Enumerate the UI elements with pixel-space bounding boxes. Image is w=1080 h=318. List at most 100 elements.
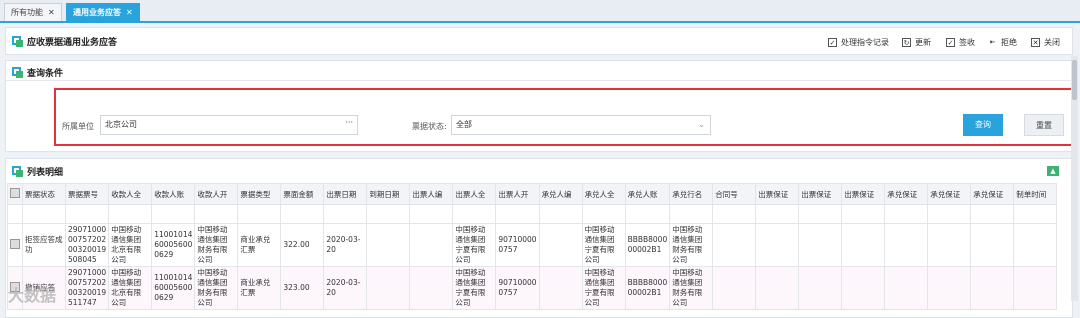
table-cell: 中国移动 通信集团 财务有限 公司 <box>669 266 714 310</box>
table-cell <box>409 266 454 310</box>
reset-button[interactable]: 重置 <box>1024 114 1064 136</box>
column-header[interactable]: 到期日期 <box>366 183 411 205</box>
chevron-down-icon: ⌄ <box>698 120 705 129</box>
table-cell: 11001014 60005600 0629 <box>151 266 196 310</box>
column-header[interactable]: 收款人全 <box>108 183 153 205</box>
table-cell: 中国移动 通信集团 宁夏有限 公司 <box>581 223 626 267</box>
table-cell <box>927 223 972 267</box>
table-row[interactable]: 拒签应答成功 29071000 00757202 00320019 508045… <box>7 223 1058 267</box>
watermark: 大数据 <box>8 286 57 305</box>
table-cell <box>841 223 886 267</box>
table-cell <box>712 266 757 310</box>
column-header[interactable]: 承兑人账 <box>624 183 671 205</box>
column-header[interactable]: 制单时间 <box>1013 183 1058 205</box>
table-cell: 中国移动 通信集团 财务有限 公司 <box>194 266 239 310</box>
table-cell: 90710000 0757 <box>495 223 540 267</box>
table-cell <box>755 266 800 310</box>
table-cell <box>1013 266 1058 310</box>
detail-table: 票据状态 票据票号 收款人全 收款人账 收款人开 票据类型 票面金额 出票日期 … <box>7 183 1058 310</box>
table-cell: 拒签应答成功 <box>22 223 66 267</box>
column-header[interactable]: 承兑保证 <box>970 183 1015 205</box>
table-cell: 中国移动 通信集团 宁夏有限 公司 <box>581 266 626 310</box>
column-header[interactable]: 出票保证 <box>755 183 800 205</box>
table-cell: 商业承兑 汇票 <box>237 223 282 267</box>
column-header[interactable]: 票据类型 <box>237 183 282 205</box>
table-cell: 29071000 00757202 00320019 508045 <box>64 223 110 267</box>
table-cell <box>884 223 929 267</box>
page-title: 应收票据通用业务应答 <box>27 38 118 48</box>
document-icon <box>12 67 23 78</box>
column-header[interactable]: 收款人开 <box>194 183 239 205</box>
column-header[interactable]: 票据票号 <box>64 183 110 205</box>
search-button[interactable]: 查询 <box>963 114 1003 136</box>
column-header[interactable]: 收款人账 <box>151 183 196 205</box>
more-icon[interactable]: ··· <box>345 114 353 132</box>
row-checkbox[interactable] <box>7 223 23 267</box>
status-label: 票据状态: <box>412 122 447 131</box>
collapse-icon[interactable]: ▲ <box>1047 166 1059 176</box>
refresh-button[interactable]: ↻ 更新 <box>902 37 931 48</box>
status-select[interactable]: 全部 ⌄ <box>451 115 711 135</box>
table-cell <box>712 223 757 267</box>
close-icon[interactable]: ✕ <box>48 8 55 17</box>
column-header[interactable]: 承兑人全 <box>581 183 626 205</box>
column-header[interactable]: 承兑行名 <box>669 183 714 205</box>
table-cell: 商业承兑 汇票 <box>237 266 282 310</box>
tab-label: 所有功能 <box>11 8 43 17</box>
select-all-checkbox[interactable] <box>7 183 23 205</box>
column-header[interactable]: 出票保证 <box>841 183 886 205</box>
table-cell <box>970 223 1015 267</box>
table-cell <box>884 266 929 310</box>
table-cell <box>798 223 843 267</box>
table-cell <box>798 266 843 310</box>
column-header[interactable]: 出票人全 <box>452 183 497 205</box>
tab-bar: 所有功能 ✕ 通用业务应答 ✕ <box>0 0 1080 23</box>
tab-general-business-response[interactable]: 通用业务应答 ✕ <box>66 3 140 21</box>
list-icon <box>12 166 23 177</box>
checkbox-icon: ✓ <box>828 38 837 47</box>
table-cell: 11001014 60005600 0629 <box>151 223 196 267</box>
table-cell <box>927 266 972 310</box>
table-cell: 中国移动 通信集团 宁夏有限 公司 <box>452 266 497 310</box>
table-cell <box>538 266 583 310</box>
table-cell <box>409 223 454 267</box>
column-header[interactable]: 合同号 <box>712 183 757 205</box>
filter-row <box>7 204 1058 224</box>
table-row[interactable]: 撤销应答 29071000 00757202 00320019 511747 中… <box>7 266 1058 310</box>
sign-button[interactable]: ✓ 签收 <box>946 37 975 48</box>
tab-label: 通用业务应答 <box>73 8 121 17</box>
column-header[interactable]: 承兑人编 <box>538 183 583 205</box>
column-header[interactable]: 承兑保证 <box>884 183 929 205</box>
column-header[interactable]: 出票日期 <box>323 183 368 205</box>
scrollbar-thumb[interactable] <box>1072 60 1077 100</box>
table-cell <box>970 266 1015 310</box>
table-cell: 2020-03- 20 <box>323 223 368 267</box>
table-cell: 中国移动 通信集团 北京有限 公司 <box>108 223 153 267</box>
edit-icon: ↻ <box>902 38 911 47</box>
column-header[interactable]: 票面金额 <box>280 183 325 205</box>
column-header[interactable]: 出票人编 <box>409 183 454 205</box>
column-header[interactable]: 票据状态 <box>22 183 66 205</box>
table-cell: 中国移动 通信集团 财务有限 公司 <box>669 223 714 267</box>
close-icon: ✕ <box>1031 38 1040 47</box>
table-cell: 中国移动 通信集团 财务有限 公司 <box>194 223 239 267</box>
divider <box>6 80 1072 81</box>
unit-field[interactable]: 北京公司 ··· <box>100 115 358 135</box>
column-header[interactable]: 承兑保证 <box>927 183 972 205</box>
checkbox-icon: ✓ <box>946 38 955 47</box>
column-header[interactable]: 出票保证 <box>798 183 843 205</box>
table-cell: 中国移动 通信集团 宁夏有限 公司 <box>452 223 497 267</box>
unit-label: 所属单位 <box>62 122 94 131</box>
table-cell: 90710000 0757 <box>495 266 540 310</box>
table-cell <box>538 223 583 267</box>
table-cell: 322.00 <box>280 223 325 267</box>
process-log-button[interactable]: ✓ 处理指令记录 <box>828 37 889 48</box>
close-button[interactable]: ✕ 关闭 <box>1031 37 1060 48</box>
table-header-row: 票据状态 票据票号 收款人全 收款人账 收款人开 票据类型 票面金额 出票日期 … <box>7 183 1058 205</box>
close-icon[interactable]: ✕ <box>126 8 133 17</box>
column-header[interactable]: 出票人开 <box>495 183 540 205</box>
reject-button[interactable]: ⇤ 拒绝 <box>988 37 1017 48</box>
tab-all-functions[interactable]: 所有功能 ✕ <box>4 3 62 21</box>
table-cell: 中国移动 通信集团 北京有限 公司 <box>108 266 153 310</box>
table-cell <box>755 223 800 267</box>
